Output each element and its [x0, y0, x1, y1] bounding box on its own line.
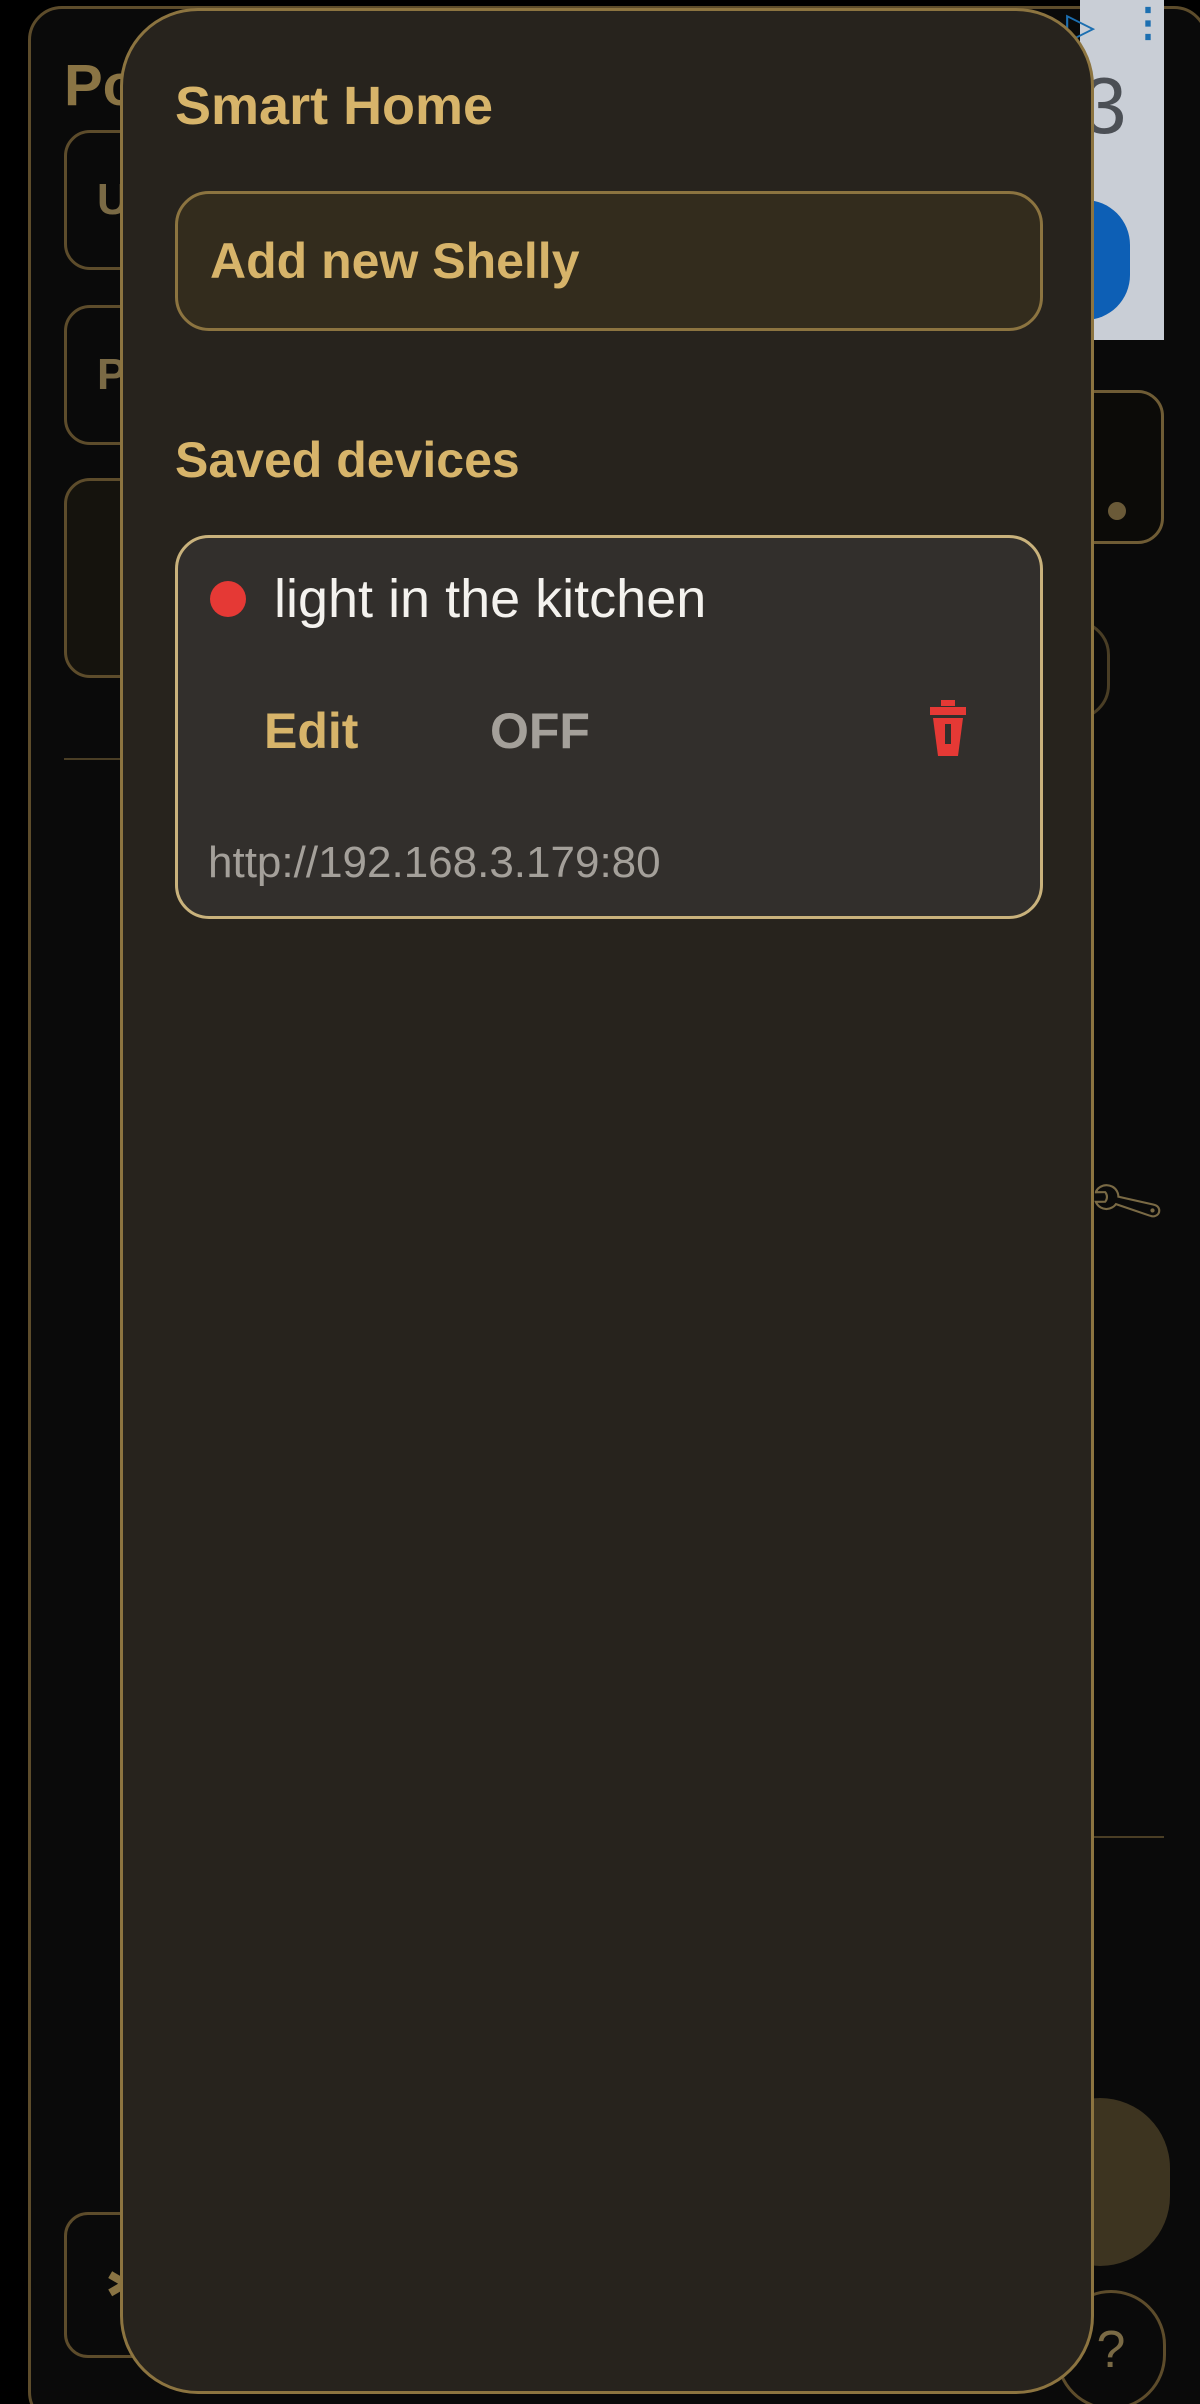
device-url: http://192.168.3.179:80 — [208, 838, 661, 887]
device-card: light in the kitchen Edit OFF http://192… — [175, 535, 1043, 919]
screen: Po U P 3 ▷ ⋮ 🔧︎ ? ✱ Smart Home Add new S… — [0, 0, 1200, 2404]
saved-devices-heading: Saved devices — [175, 432, 520, 488]
device-name: light in the kitchen — [274, 569, 707, 629]
ad-more-icon: ⋮ — [1128, 1, 1168, 45]
trash-icon — [930, 700, 966, 756]
edit-device-button[interactable]: Edit — [264, 702, 358, 760]
delete-device-button[interactable] — [926, 698, 970, 758]
background-divider-right — [1090, 1836, 1164, 1838]
device-status-indicator — [210, 581, 246, 617]
background-toggle-knob — [1108, 502, 1126, 520]
add-new-shelly-button[interactable]: Add new Shelly — [175, 191, 1043, 331]
smart-home-drawer: Smart Home Add new Shelly Saved devices … — [120, 8, 1094, 2394]
drawer-title: Smart Home — [175, 76, 494, 136]
device-toggle-button[interactable]: OFF — [490, 702, 590, 760]
